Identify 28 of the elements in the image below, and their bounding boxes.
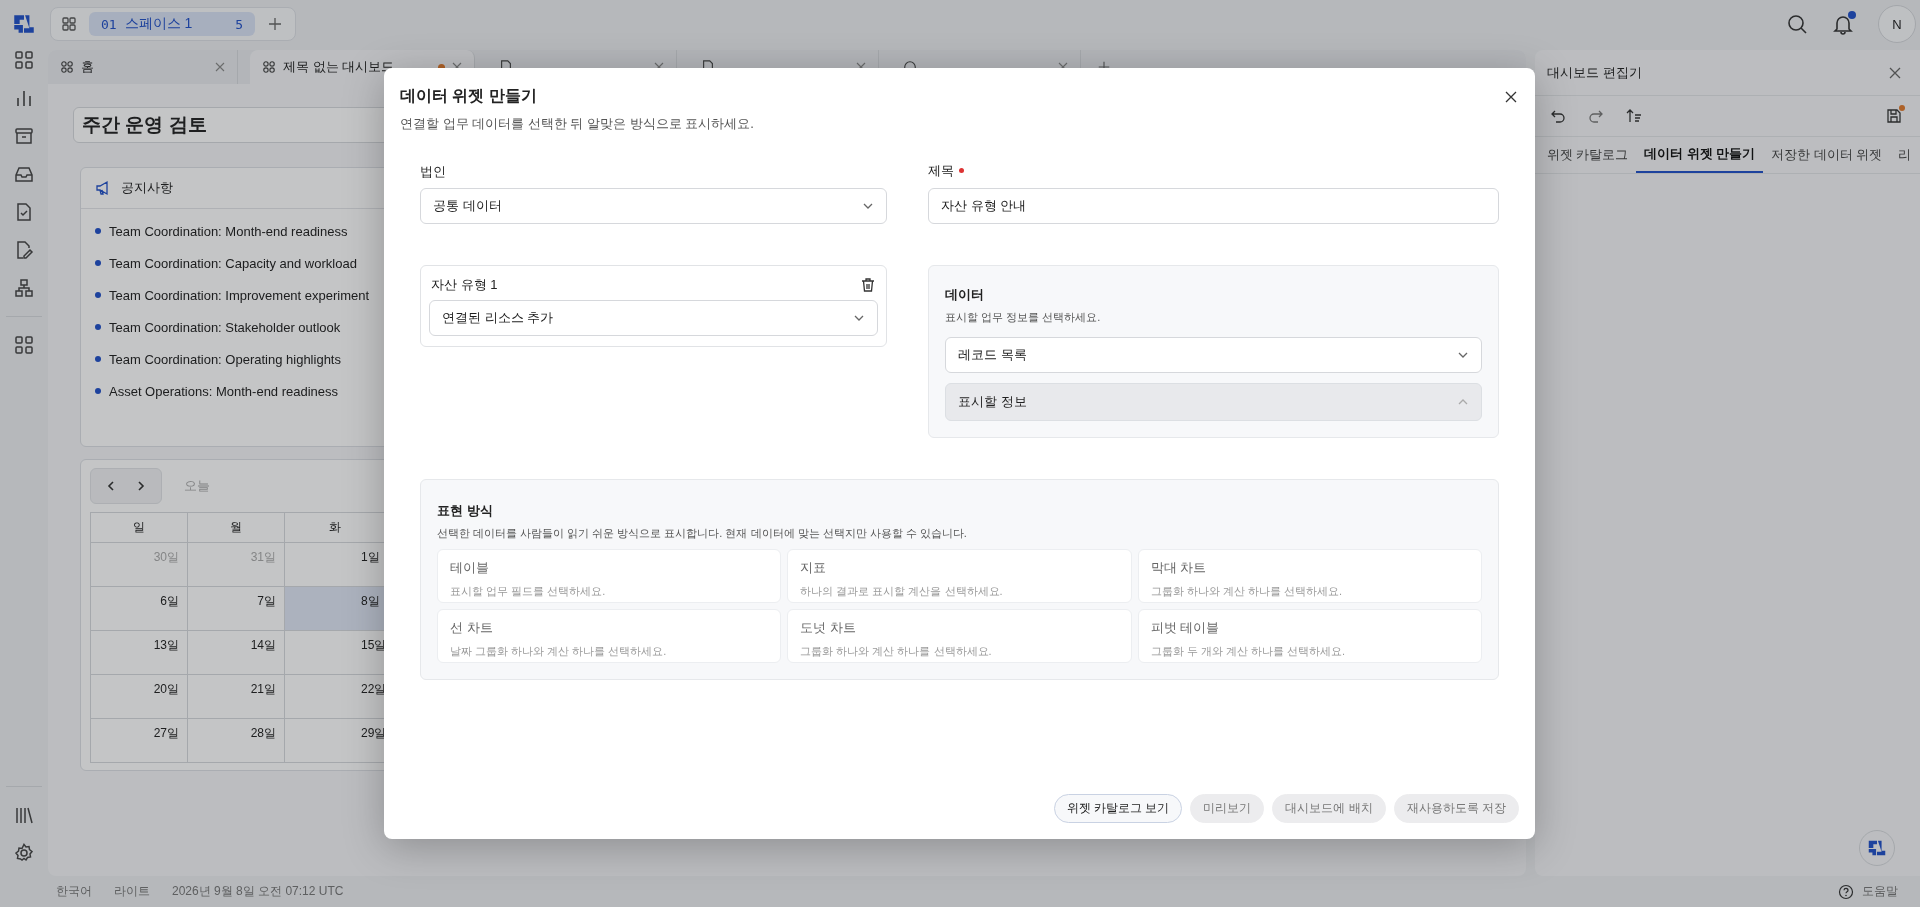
weekday-header: 월 [188, 513, 285, 543]
option-hint: 그룹화 두 개와 계산 하나를 선택하세요. [1150, 644, 1346, 659]
workspace-number: 01 [101, 16, 117, 32]
dialog-title: 데이터 위젯 만들기 [400, 86, 538, 106]
option-hint: 하나의 결과로 표시할 계산을 선택하세요. [800, 584, 1004, 599]
date-time: 2026년 9월 8일 오전 07:12 UTC [172, 883, 344, 900]
asset-type-label: 자산 유형 1 [431, 276, 498, 294]
field-label: 제목 [928, 161, 954, 180]
weekday-header: 일 [91, 513, 188, 543]
option-name: 지표 [800, 559, 828, 577]
option-hint: 그룹화 하나와 계산 하나를 선택하세요. [1150, 584, 1343, 599]
option-hint: 표시할 업무 필드를 선택하세요. [450, 584, 607, 599]
workspace-count: 5 [235, 16, 243, 32]
section-title: 데이터 [945, 286, 985, 304]
option-name: 선 차트 [450, 619, 494, 637]
option-hint: 날짜 그룹화 하나와 계산 하나를 선택하세요. [450, 644, 668, 659]
panel-title: 대시보드 편집기 [1547, 63, 1642, 82]
dialog-subtitle: 연결할 업무 데이터를 선택한 뒤 알맞은 방식으로 표시하세요. [400, 115, 754, 133]
option-hint: 그룹화 하나와 계산 하나를 선택하세요. [800, 644, 993, 659]
option-name: 테이블 [450, 559, 490, 577]
option-name: 피벗 테이블 [1150, 619, 1221, 637]
section-hint: 표시할 업무 정보를 선택하세요. [945, 310, 1102, 325]
field-label: 법인 [420, 163, 447, 178]
option-name: 도넛 차트 [800, 619, 857, 637]
workspace-name: 스페이스 1 [124, 15, 193, 33]
tab-label: 홈 [81, 58, 94, 76]
card-title: 공지사항 [121, 179, 173, 197]
option-name: 막대 차트 [1150, 559, 1208, 577]
